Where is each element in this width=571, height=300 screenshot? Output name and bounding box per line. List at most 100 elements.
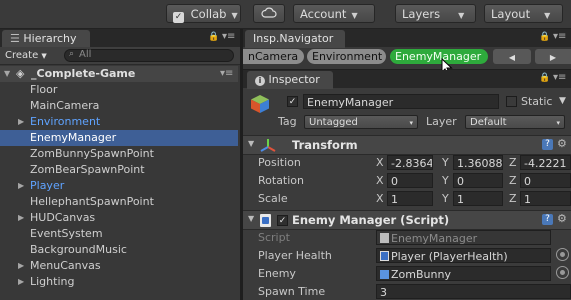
expand-right-icon[interactable]: ▶ — [18, 258, 28, 274]
object-picker-icon[interactable] — [556, 266, 569, 279]
tag-value: Untagged — [309, 117, 358, 128]
search-placeholder: All — [79, 49, 92, 60]
inspector-panel: i Inspector 🔒 ▾≡ ✓ EnemyManager Static ▼… — [243, 70, 571, 300]
list-item[interactable]: EventSystem — [0, 226, 238, 242]
layers-dropdown[interactable]: Layers ▼ — [395, 4, 476, 23]
list-item-label: MainCamera — [30, 99, 100, 112]
list-item-selected[interactable]: EnemyManager — [0, 130, 238, 146]
list-item[interactable]: ▶ MenuCanvas — [0, 258, 238, 274]
list-item[interactable]: HellephantSpawnPoint — [0, 194, 238, 210]
expand-right-icon[interactable]: ▶ — [18, 274, 28, 290]
panel-menu-icon[interactable]: ▾≡ — [553, 31, 566, 42]
layout-dropdown[interactable]: Layout ▼ — [484, 4, 563, 23]
hierarchy-search-input[interactable]: ⌕ All — [64, 49, 234, 62]
nav-back-button[interactable]: ◀ — [493, 49, 531, 64]
scene-menu-icon[interactable]: ▾≡ — [220, 66, 233, 82]
script-component-title: Enemy Manager (Script) — [292, 213, 450, 227]
position-x-field[interactable]: -2.8364 — [387, 155, 433, 170]
layer-dropdown[interactable]: Default ▾ — [465, 115, 565, 129]
expand-down-icon[interactable]: ▼ — [248, 139, 254, 148]
unity-scene-icon: ◈ — [16, 67, 25, 80]
lock-icon[interactable]: 🔒 — [539, 73, 550, 83]
object-name-field[interactable]: EnemyManager — [303, 94, 499, 109]
account-dropdown[interactable]: Account ▼ — [293, 4, 375, 23]
panel-menu-icon[interactable]: ▾≡ — [222, 31, 235, 42]
list-item[interactable]: Floor — [0, 82, 238, 98]
list-item[interactable]: ▶ HUDCanvas — [0, 210, 238, 226]
nav-forward-button[interactable]: ▶ — [535, 49, 571, 64]
enemy-manager-script-header[interactable]: ▼ ✓ Enemy Manager (Script) ? ⚙ — [243, 210, 571, 230]
list-item-label: Lighting — [30, 275, 75, 288]
navigator-tab-label: Insp.Navigator — [253, 32, 334, 45]
enemy-value: ZomBunny — [391, 268, 451, 281]
expand-right-icon[interactable]: ▶ — [18, 210, 28, 226]
expand-right-icon[interactable]: ▶ — [18, 114, 28, 130]
chevron-down-icon: ▼ — [351, 11, 358, 20]
player-health-field[interactable]: Player (PlayerHealth) — [376, 248, 551, 263]
rotation-z-field[interactable]: 0 — [520, 173, 571, 188]
rotation-x-field[interactable]: 0 — [387, 173, 433, 188]
panel-menu-icon[interactable]: ▾≡ — [553, 72, 566, 83]
gear-icon[interactable]: ⚙ — [557, 137, 567, 150]
rotation-y-field[interactable]: 0 — [453, 173, 503, 188]
scene-row[interactable]: ▼ ◈ _Complete-Game ▾≡ — [0, 66, 238, 82]
gear-icon[interactable]: ⚙ — [557, 212, 567, 225]
list-item-label: ZomBearSpawnPoint — [30, 163, 145, 176]
create-dropdown[interactable]: Create ▼ — [5, 48, 47, 63]
tab-inspector[interactable]: i Inspector — [247, 71, 333, 89]
rotation-y-value: 0 — [457, 175, 464, 188]
list-item[interactable]: ZomBearSpawnPoint — [0, 162, 238, 178]
list-item[interactable]: ▶ Player — [0, 178, 238, 194]
lock-icon[interactable]: 🔒 — [208, 32, 219, 42]
script-enabled-checkbox[interactable]: ✓ — [277, 215, 288, 226]
chevron-down-icon: ▼ — [41, 52, 47, 60]
y-axis-label: Y — [442, 192, 449, 205]
enemy-label: Enemy — [258, 267, 296, 280]
object-picker-icon[interactable] — [556, 248, 569, 261]
tag-dropdown[interactable]: Untagged ▾ — [304, 115, 418, 129]
active-checkbox[interactable]: ✓ — [287, 96, 298, 107]
hierarchy-panel: ☰ Hierarchy 🔒 ▾≡ Create ▼ ⌕ All ▼ ◈ _Com… — [0, 29, 240, 300]
hierarchy-icon: ☰ — [10, 32, 20, 45]
help-icon[interactable]: ? — [542, 139, 553, 150]
list-item[interactable]: ZomBunnySpawnPoint — [0, 146, 238, 162]
static-label: Static — [521, 95, 553, 108]
position-y-field[interactable]: 1.36088 — [453, 155, 503, 170]
expand-down-icon[interactable]: ▼ — [248, 214, 254, 223]
script-file-icon — [380, 233, 389, 243]
script-field: EnemyManager — [376, 230, 551, 245]
list-item-label: BackgroundMusic — [30, 243, 127, 256]
position-z-value: -4.2221 — [524, 157, 567, 170]
scale-x-field[interactable]: 1 — [387, 191, 433, 206]
lock-icon[interactable]: 🔒 — [539, 32, 550, 42]
breadcrumb-camera[interactable]: nCamera — [243, 49, 304, 64]
list-item-label: Player — [30, 179, 65, 192]
cloud-button[interactable] — [253, 4, 285, 23]
chevron-down-icon: ▼ — [231, 11, 238, 20]
x-axis-label: X — [376, 174, 384, 187]
collab-button[interactable]: ✓ Collab ▼ — [166, 4, 241, 23]
scale-y-value: 1 — [457, 193, 464, 206]
list-item[interactable]: ▶ Lighting — [0, 274, 238, 290]
expand-right-icon[interactable]: ▶ — [18, 178, 28, 194]
scale-y-field[interactable]: 1 — [453, 191, 503, 206]
breadcrumb-enemymanager[interactable]: EnemyManager — [390, 49, 488, 64]
list-item-label: HellephantSpawnPoint — [30, 195, 154, 208]
list-item[interactable]: MainCamera — [0, 98, 238, 114]
list-item[interactable]: ▶ Environment — [0, 114, 238, 130]
position-z-field[interactable]: -4.2221 — [520, 155, 571, 170]
expand-down-icon[interactable]: ▼ — [4, 66, 14, 82]
spawn-time-field[interactable]: 3 — [376, 284, 571, 299]
breadcrumb-environment[interactable]: Environment — [307, 49, 386, 64]
tab-insp-navigator[interactable]: Insp.Navigator — [245, 30, 345, 48]
list-item[interactable]: BackgroundMusic — [0, 242, 238, 258]
static-checkbox[interactable] — [506, 96, 517, 107]
scale-z-field[interactable]: 1 — [520, 191, 571, 206]
transform-header[interactable]: ▼ Transform ? ⚙ — [243, 135, 571, 155]
tab-hierarchy[interactable]: ☰ Hierarchy — [2, 30, 90, 48]
chevron-down-icon: ▼ — [458, 11, 465, 20]
chevron-down-icon[interactable]: ▼ — [559, 96, 566, 106]
inspector-tab-bar: i Inspector 🔒 ▾≡ — [243, 70, 571, 89]
enemy-field[interactable]: ZomBunny — [376, 266, 551, 281]
help-icon[interactable]: ? — [542, 214, 553, 225]
